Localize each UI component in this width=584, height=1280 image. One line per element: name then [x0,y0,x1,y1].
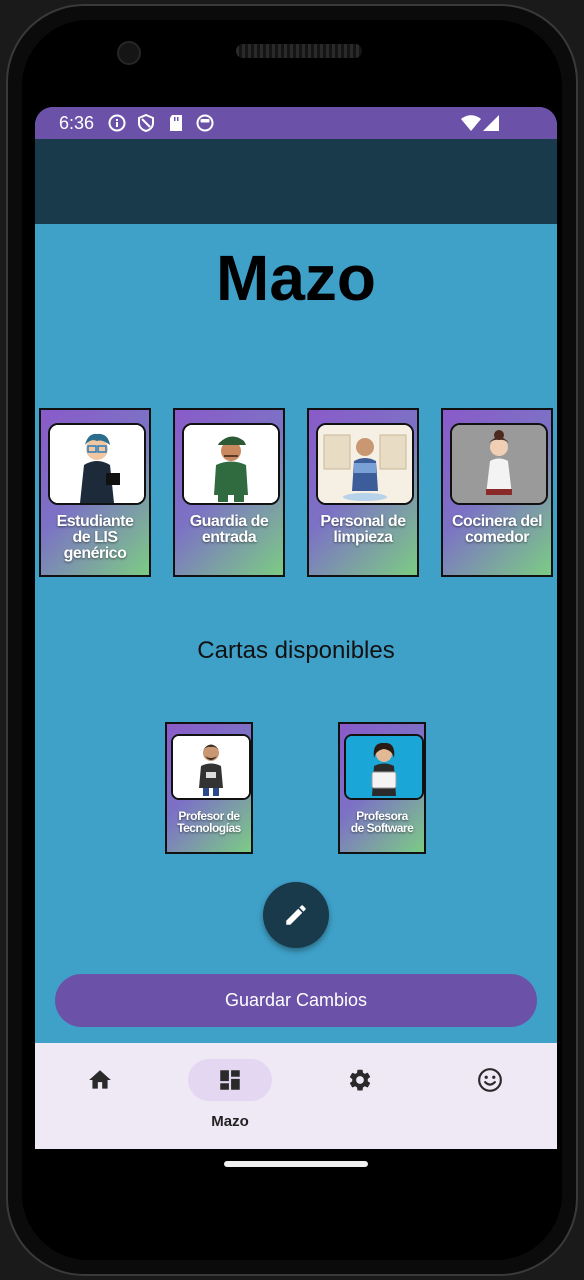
save-changes-button[interactable]: Guardar Cambios [55,974,537,1027]
guard-character-icon [184,425,278,503]
status-bar: 6:36 [35,107,557,139]
gear-icon [349,1069,371,1091]
nav-label: Mazo [211,1113,249,1130]
deck-card-guard[interactable]: Guardia de entrada [173,408,285,577]
app-notification-icon [196,114,214,132]
home-icon [89,1070,111,1089]
card-label: Personal de limpieza [320,513,406,546]
student-character-icon [50,425,144,503]
speaker-grille [236,44,362,58]
card-label: Estudiante de LIS genérico [56,513,134,562]
cleaning-staff-character-icon [318,425,412,503]
camera-icon [117,41,141,65]
deck-card-cleaning-staff[interactable]: Personal de limpieza [307,408,419,577]
available-card-technology-professor[interactable]: Profesor de Tecnologías [165,722,253,854]
nav-item-profile[interactable] [425,1043,555,1149]
card-label: Profesora de Software [350,809,414,835]
cell-signal-icon [483,115,499,131]
card-image [182,423,280,505]
deck-card-cook[interactable]: Cocinera del comedor [441,408,553,577]
card-image [171,734,251,800]
sd-card-icon [170,115,182,131]
software-professor-character-icon [346,736,422,798]
card-image [316,423,414,505]
nav-item-mazo[interactable]: Mazo [165,1043,295,1149]
home-indicator[interactable] [224,1161,368,1167]
technology-professor-character-icon [173,736,249,798]
app-bar [35,139,557,224]
wifi-icon [461,115,481,131]
cook-character-icon [452,425,546,503]
dashboard-icon [220,1070,240,1090]
card-label: Guardia de entrada [189,513,269,546]
page-title: Mazo [216,242,376,314]
nav-item-settings[interactable] [295,1043,425,1149]
available-card-software-professor[interactable]: Profesora de Software [338,722,426,854]
nav-item-home[interactable] [35,1043,165,1149]
card-label: Cocinera del comedor [451,513,543,546]
available-cards-heading: Cartas disponibles [197,637,395,664]
edit-button[interactable] [263,882,329,948]
card-image [344,734,424,800]
card-label: Profesor de Tecnologías [177,809,241,835]
bottom-navigation: Mazo [35,1043,557,1149]
info-icon [108,114,126,132]
pencil-icon [286,905,306,925]
app-screen: 6:36 Mazo Estudiante de LIS genérico Gua… [35,107,557,1149]
deck-card-student[interactable]: Estudiante de LIS genérico [39,408,151,577]
status-time: 6:36 [59,113,95,133]
shield-icon [138,114,154,132]
card-image [450,423,548,505]
card-image [48,423,146,505]
smiley-icon [478,1068,502,1092]
